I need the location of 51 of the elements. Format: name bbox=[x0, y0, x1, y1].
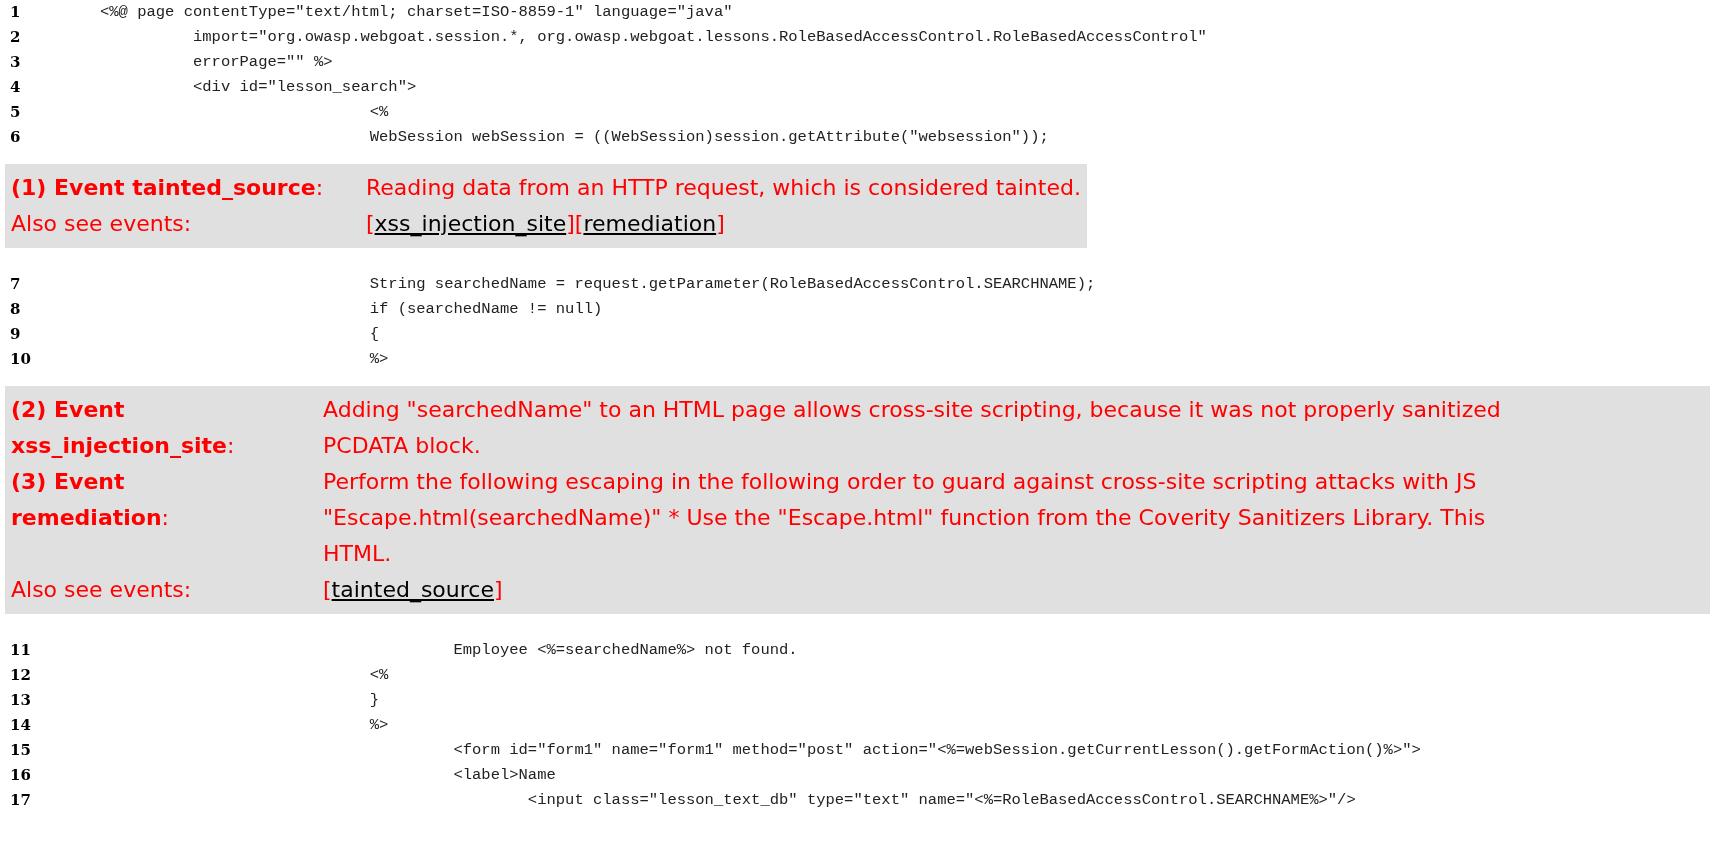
line-number: 12 bbox=[9, 665, 32, 687]
line-number: 10 bbox=[9, 349, 32, 371]
event-message: Perform the following escaping in the following order to guard against cross-site scripting attacks with JS "Escape.html(searchedName)" * Use the "Escape.html" function from the Coverity Sanitizers Library. This HTML. bbox=[323, 468, 1486, 568]
line-number: 11 bbox=[9, 640, 32, 662]
also-see-label: Also see events: bbox=[11, 210, 193, 238]
line-number: 14 bbox=[9, 715, 32, 737]
code-line: %> bbox=[368, 714, 389, 736]
code-line: <% bbox=[368, 664, 389, 686]
line-number: 13 bbox=[9, 690, 32, 712]
bracket: ] bbox=[493, 577, 503, 602]
line-number: 3 bbox=[9, 52, 22, 74]
bracket: [ bbox=[574, 211, 584, 236]
event-link[interactable]: remediation bbox=[583, 211, 717, 236]
event-label: (3) Event remediation: bbox=[11, 468, 170, 532]
event-link[interactable]: xss_injection_site bbox=[374, 211, 567, 236]
code-line: %> bbox=[368, 348, 389, 370]
line-number: 6 bbox=[9, 127, 22, 149]
code-line: <div id="lesson_search"> bbox=[192, 76, 417, 98]
code-line: { bbox=[368, 323, 380, 345]
bracket: [ bbox=[323, 577, 332, 602]
event-link[interactable]: tainted_source bbox=[331, 577, 494, 602]
line-number: 8 bbox=[9, 299, 22, 321]
line-number: 9 bbox=[9, 324, 22, 346]
line-number: 16 bbox=[9, 765, 32, 787]
code-line: } bbox=[368, 689, 380, 711]
code-line: <%@ page contentType="text/html; charset=ISO-8859-1" language="java" bbox=[100, 1, 733, 23]
line-number: 2 bbox=[9, 27, 22, 49]
line-number: 5 bbox=[9, 102, 22, 124]
bracket: ] bbox=[566, 211, 575, 236]
bracket: [ bbox=[366, 211, 375, 236]
code-line: Employee <%=searchedName%> not found. bbox=[452, 639, 798, 661]
line-number: 7 bbox=[9, 274, 22, 296]
line-number: 1 bbox=[9, 2, 22, 24]
event-label: (1) Event tainted_source: bbox=[11, 174, 325, 202]
bracket: ] bbox=[716, 211, 725, 236]
code-line: import="org.owasp.webgoat.session.*, org.owasp.webgoat.lessons.RoleBasedAccessControl.RoleBasedAccessControl" bbox=[192, 26, 1207, 48]
line-number: 4 bbox=[9, 77, 22, 99]
event-message: Adding "searchedName" to an HTML page allows cross-site scripting, because it was not properly sanitized PCDATA block. bbox=[323, 396, 1501, 460]
code-line: <% bbox=[368, 101, 389, 123]
also-see-label: Also see events: bbox=[11, 576, 193, 604]
code-line: <form id="form1" name="form1" method="post" action="<%=webSession.getCurrentLesson().getFormAction()%>"> bbox=[452, 739, 1421, 761]
event-message: Reading data from an HTTP request, which is considered tainted. bbox=[366, 174, 1081, 202]
line-number: 17 bbox=[9, 790, 32, 812]
line-number: 15 bbox=[9, 740, 32, 762]
code-line: if (searchedName != null) bbox=[368, 298, 603, 320]
code-line: <input class="lesson_text_db" type="text" name="<%=RoleBasedAccessControl.SEARCHNAME%>"/> bbox=[526, 789, 1356, 811]
event-label: (2) Event xss_injection_site: bbox=[11, 396, 236, 460]
code-line: WebSession webSession = ((WebSession)session.getAttribute("websession")); bbox=[368, 126, 1049, 148]
code-line: errorPage="" %> bbox=[192, 51, 333, 73]
code-line: String searchedName = request.getParameter(RoleBasedAccessControl.SEARCHNAME); bbox=[368, 273, 1096, 295]
code-line: <label>Name bbox=[452, 764, 556, 786]
